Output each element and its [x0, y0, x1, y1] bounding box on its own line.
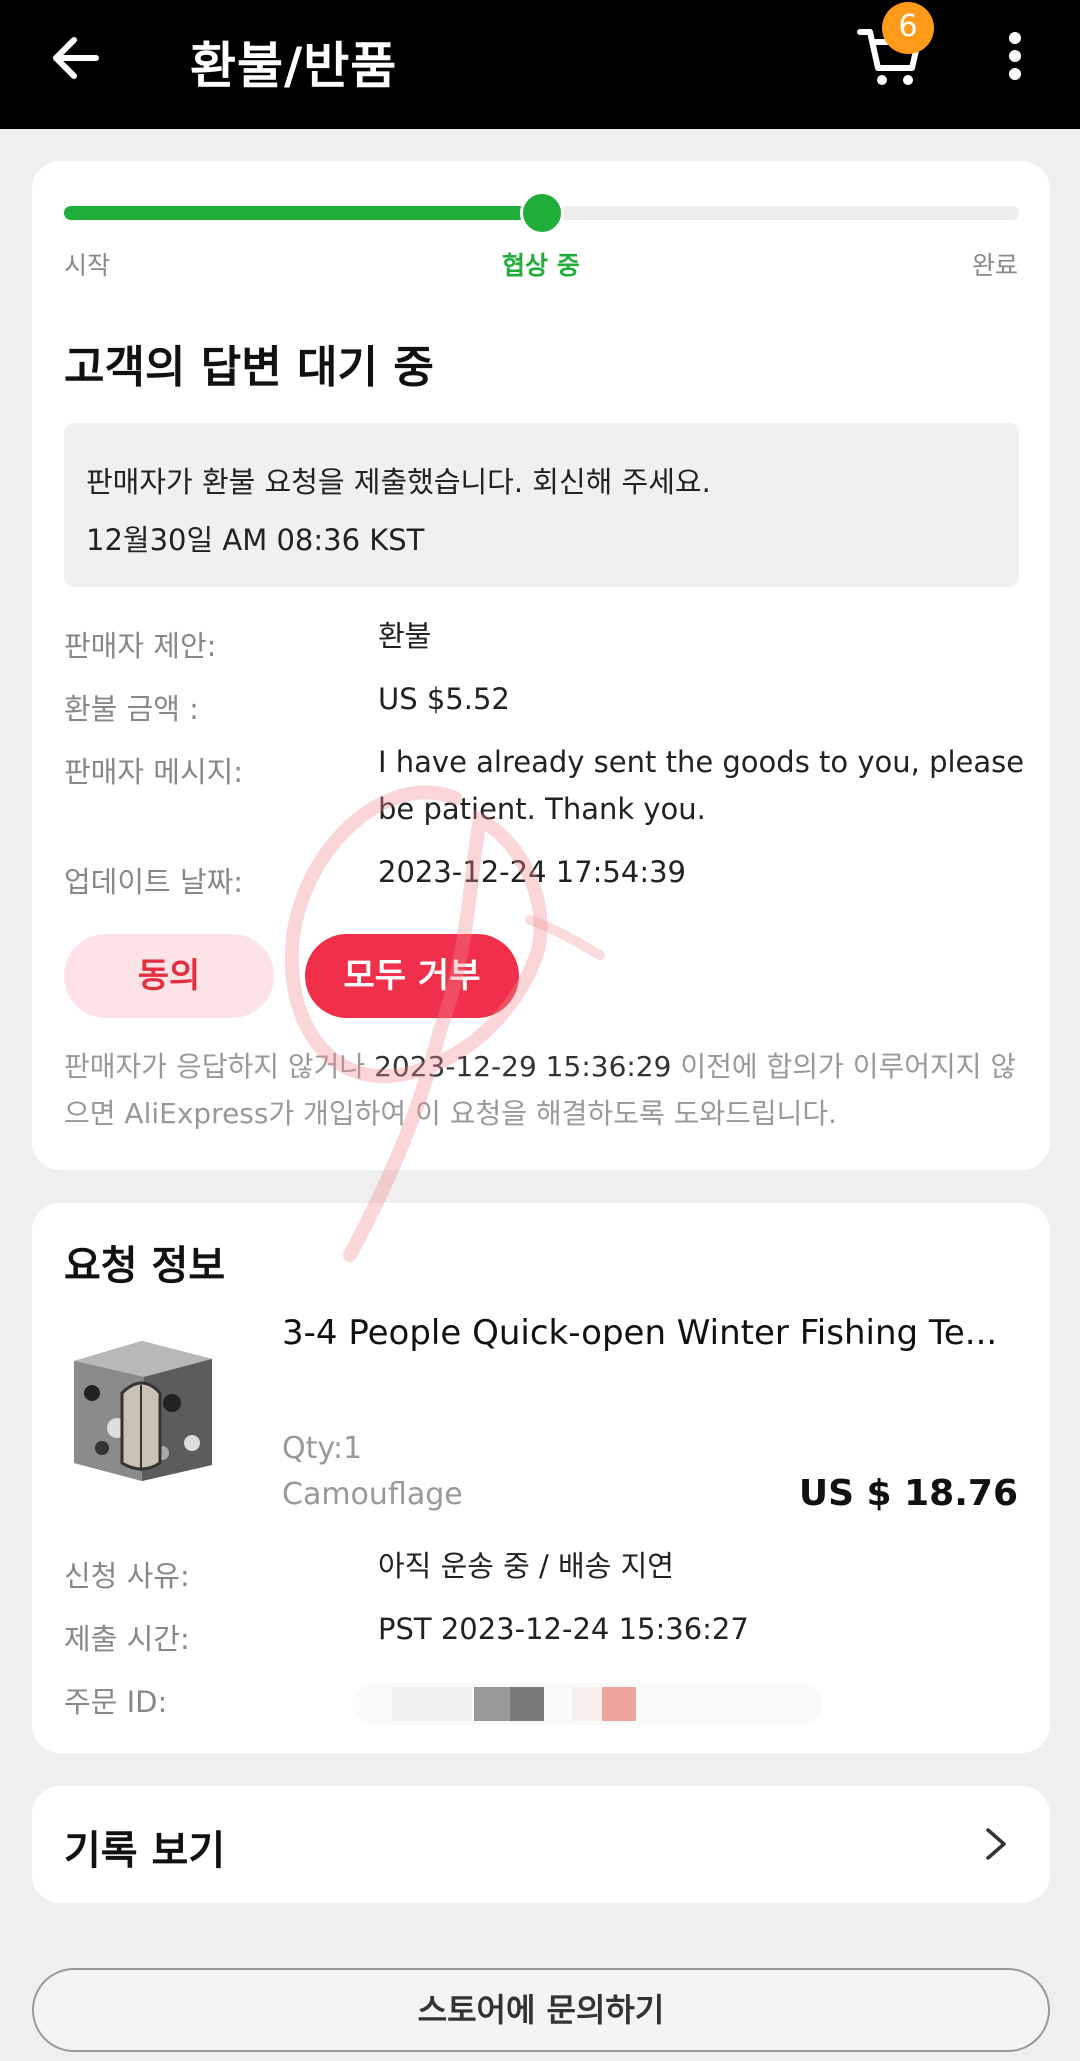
progress-bar — [64, 191, 1019, 235]
product-price: US $ 18.76 — [798, 1473, 1018, 1514]
updated-date-label: 업데이트 날짜: — [64, 865, 244, 899]
refund-amount-value: US $5.52 — [378, 682, 510, 716]
reject-all-button[interactable]: 모두 거부 — [305, 934, 519, 1018]
request-info-card: 요청 정보 3-4 People Quick-open Winter Fishi… — [32, 1203, 1050, 1753]
submitted-time-value: PST 2023-12-24 15:36:27 — [378, 1612, 749, 1646]
reason-label: 신청 사유: — [64, 1559, 190, 1593]
notice-timestamp: 12월30일 AM 08:36 KST — [86, 523, 425, 557]
back-arrow-icon[interactable] — [46, 28, 106, 88]
step-negotiating-label: 협상 중 — [502, 251, 580, 280]
history-row[interactable]: 기록 보기 — [32, 1786, 1050, 1903]
cart-count-badge: 6 — [882, 2, 934, 54]
proposal-value: 환불 — [378, 619, 432, 653]
product-name[interactable]: 3-4 People Quick-open Winter Fishing Te.… — [282, 1313, 1022, 1353]
refund-status-card: 시작 협상 중 완료 고객의 답변 대기 중 판매자가 환불 요청을 제출했습니… — [32, 161, 1050, 1170]
updated-date-value: 2023-12-24 17:54:39 — [378, 855, 686, 889]
resolution-footnote: 판매자가 응답하지 않거나 2023-12-29 15:36:29 이전에 합의… — [64, 1043, 1024, 1137]
notice-message: 판매자가 환불 요청을 제출했습니다. 회신해 주세요. — [86, 465, 711, 499]
submitted-time-label: 제출 시간: — [64, 1622, 190, 1656]
footnote-deadline: 2023-12-29 15:36:29 — [374, 1050, 672, 1083]
app-header: 환불/반품 6 — [0, 0, 1080, 129]
step-complete-label: 완료 — [971, 251, 1018, 280]
product-variant: Camouflage — [282, 1477, 463, 1512]
order-id-redacted — [352, 1683, 822, 1725]
progress-knob — [519, 191, 564, 235]
product-thumbnail[interactable] — [62, 1333, 222, 1483]
step-start-label: 시작 — [64, 251, 111, 280]
footnote-prefix: 판매자가 응답하지 않거나 — [64, 1050, 375, 1083]
more-options-icon[interactable] — [990, 26, 1040, 86]
request-info-title: 요청 정보 — [64, 1243, 226, 1289]
status-title: 고객의 답변 대기 중 — [64, 342, 434, 393]
seller-message-label: 판매자 메시지: — [64, 755, 244, 789]
notice-box: 판매자가 환불 요청을 제출했습니다. 회신해 주세요. 12월30일 AM 0… — [64, 423, 1019, 587]
seller-message-value: I have already sent the goods to you, pl… — [378, 745, 1025, 826]
reason-value: 아직 운송 중 / 배송 지연 — [378, 1549, 674, 1583]
page-title: 환불/반품 — [190, 37, 398, 95]
chevron-right-icon — [986, 1828, 1006, 1860]
history-title: 기록 보기 — [64, 1828, 226, 1874]
agree-button[interactable]: 동의 — [64, 934, 274, 1018]
progress-fill — [64, 206, 542, 220]
refund-amount-label: 환불 금액 : — [64, 692, 199, 726]
proposal-label: 판매자 제안: — [64, 629, 217, 663]
product-quantity: Qty:1 — [282, 1431, 363, 1466]
contact-store-button[interactable]: 스토어에 문의하기 — [32, 1968, 1050, 2052]
order-id-label: 주문 ID: — [64, 1685, 168, 1719]
